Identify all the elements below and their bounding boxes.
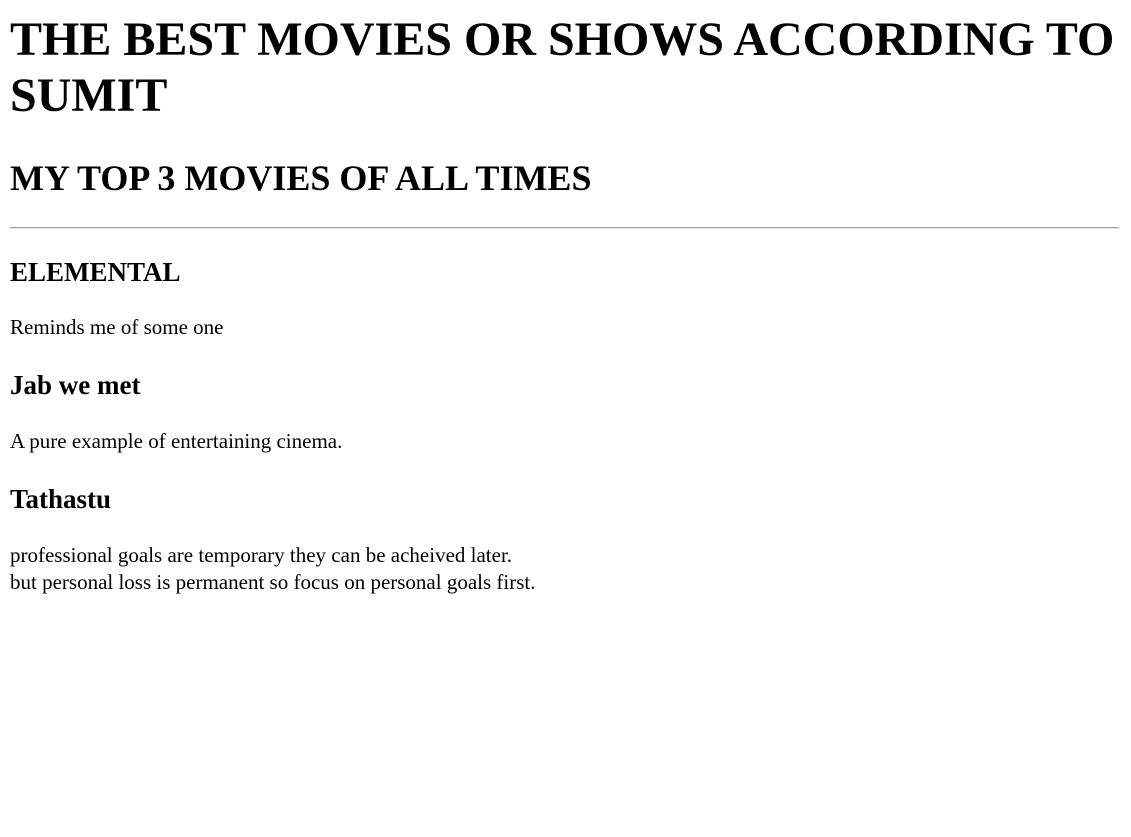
page-content: THE BEST MOVIES OR SHOWS ACCORDING TO SU… <box>0 12 1131 596</box>
movie-description: A pure example of entertaining cinema. <box>10 428 1121 455</box>
movie-description-line: Reminds me of some one <box>10 315 224 339</box>
movie-description: professional goals are temporary they ca… <box>10 542 1121 596</box>
page-subtitle: MY TOP 3 MOVIES OF ALL TIMES <box>10 158 592 198</box>
movie-entry-elemental: ELEMENTAL Reminds me of some one <box>10 256 1121 341</box>
movie-title: ELEMENTAL <box>10 257 181 287</box>
movie-entry-jab-we-met: Jab we met A pure example of entertainin… <box>10 369 1121 455</box>
movie-title: Jab we met <box>10 370 141 400</box>
divider <box>10 227 1119 229</box>
movie-description-line: professional goals are temporary they ca… <box>10 543 513 567</box>
movie-entry-tathastu: Tathastu professional goals are temporar… <box>10 483 1121 596</box>
movie-description-line: but personal loss is permanent so focus … <box>10 570 536 594</box>
page-title: THE BEST MOVIES OR SHOWS ACCORDING TO SU… <box>10 13 1115 122</box>
movie-description-line: A pure example of entertaining cinema. <box>10 429 343 453</box>
movie-title: Tathastu <box>10 484 112 514</box>
movie-description: Reminds me of some one <box>10 314 1121 341</box>
